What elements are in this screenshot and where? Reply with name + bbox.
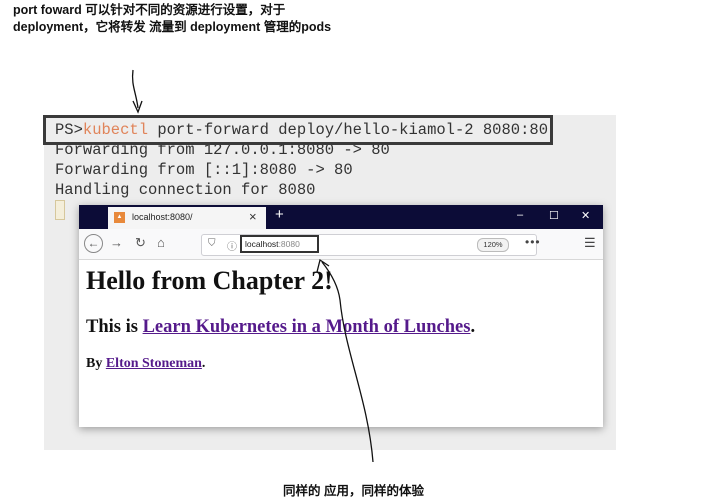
terminal-command-line: PS>kubectl port-forward deploy/hello-kia…: [55, 121, 548, 139]
browser-window: ▲ localhost:8080/ × + – ☐ ✕ ← → ↻ ⌂ ⛉ ⓘ …: [79, 205, 603, 427]
subheading-prefix: This is: [86, 317, 143, 337]
page-byline: By Elton Stoneman.: [86, 356, 205, 372]
zoom-level-badge[interactable]: 120%: [477, 238, 509, 252]
home-button[interactable]: ⌂: [157, 235, 165, 250]
browser-navbar: ← → ↻ ⌂ ⛉ ⓘ localhost:8080 120% ••• ☰: [79, 229, 603, 260]
page-actions-icon[interactable]: •••: [525, 235, 541, 249]
favicon-icon: ▲: [114, 212, 125, 223]
close-window-button[interactable]: ✕: [581, 209, 590, 222]
terminal-cursor: [55, 200, 65, 220]
annotation-top-line1: port foward 可以针对不同的资源进行设置，对于: [13, 3, 286, 17]
page-content: Hello from Chapter 2! This is Learn Kube…: [79, 260, 603, 427]
terminal-command-args: port-forward deploy/hello-kiamol-2 8080:…: [148, 121, 548, 139]
reload-button[interactable]: ↻: [135, 235, 146, 251]
new-tab-button[interactable]: +: [275, 206, 284, 223]
back-button[interactable]: ←: [84, 234, 103, 253]
page-subheading: This is Learn Kubernetes in a Month of L…: [86, 317, 475, 338]
tab-close-icon[interactable]: ×: [249, 209, 257, 224]
shield-icon[interactable]: ⛉: [208, 238, 216, 249]
url-text: localhost:8080: [245, 239, 300, 249]
url-port: :8080: [278, 239, 300, 249]
maximize-button[interactable]: ☐: [549, 209, 559, 222]
terminal-output-line: Forwarding from [::1]:8080 -> 80: [55, 161, 353, 179]
arrow-line-top: [131, 69, 139, 109]
menu-icon[interactable]: ☰: [584, 235, 596, 251]
author-link[interactable]: Elton Stoneman: [106, 356, 202, 371]
arrow-head-top: [132, 100, 143, 114]
minimize-button[interactable]: –: [517, 209, 523, 221]
annotation-top: port foward 可以针对不同的资源进行设置，对于 deployment，…: [13, 2, 331, 36]
browser-titlebar: ▲ localhost:8080/ × + – ☐ ✕: [79, 205, 603, 229]
tab-title: localhost:8080/: [132, 212, 193, 222]
info-icon[interactable]: ⓘ: [227, 238, 237, 253]
terminal-prompt: PS>: [55, 121, 83, 139]
annotation-bottom: 同样的 应用，同样的体验: [283, 484, 424, 498]
terminal-output-line: Handling connection for 8080: [55, 181, 316, 199]
browser-tab[interactable]: ▲ localhost:8080/ ×: [108, 207, 266, 229]
byline-suffix: .: [201, 356, 206, 371]
annotation-top-line2: deployment，它将转发 流量到 deployment 管理的pods: [13, 20, 332, 34]
book-link[interactable]: Learn Kubernetes in a Month of Lunches: [143, 317, 471, 337]
page-heading: Hello from Chapter 2!: [86, 266, 333, 295]
url-host: localhost: [245, 239, 279, 249]
subheading-suffix: .: [470, 317, 476, 337]
byline-prefix: By: [86, 356, 106, 371]
terminal-command-keyword: kubectl: [82, 121, 149, 139]
forward-button[interactable]: →: [110, 235, 123, 250]
